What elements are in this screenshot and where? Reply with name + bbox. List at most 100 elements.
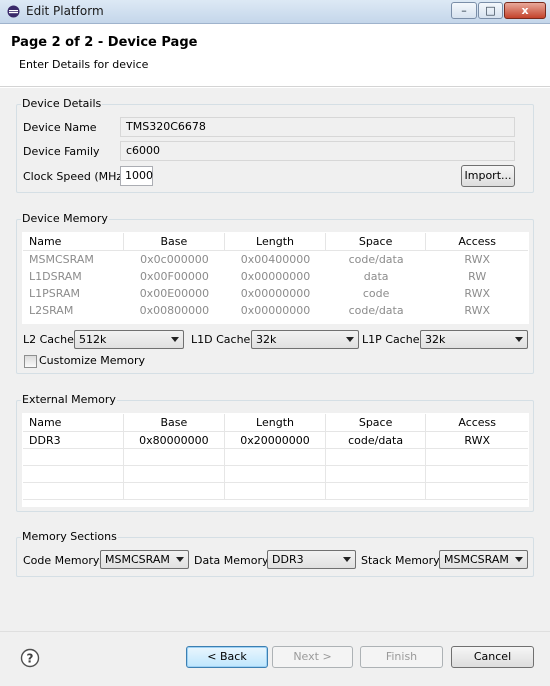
table-header: Name Base Length Space Access	[23, 414, 528, 432]
next-button[interactable]: Next >	[272, 646, 353, 668]
table-row[interactable]: L1PSRAM 0x00E00000 0x00000000 code RWX	[23, 285, 528, 302]
l1d-cache-value: 32k	[256, 333, 277, 346]
l1p-cache-label: L1P Cache:	[362, 333, 424, 346]
cell-length: 0x00400000	[240, 253, 311, 266]
stack-memory-value: MSMCSRAM	[444, 553, 509, 566]
cell-space: code/data	[348, 253, 404, 266]
cell-space: code/data	[326, 432, 427, 449]
code-memory-value: MSMCSRAM	[105, 553, 170, 566]
device-memory-table: Name Base Length Space Access MSMCSRAM 0…	[22, 232, 529, 324]
device-memory-title: Device Memory	[21, 212, 109, 225]
table-header: Name Base Length Space Access	[23, 233, 528, 251]
chevron-down-icon	[343, 557, 351, 562]
import-button[interactable]: Import...	[461, 165, 515, 187]
clock-speed-input[interactable]: 1000	[120, 166, 153, 186]
table-row[interactable]: L1DSRAM 0x00F00000 0x00000000 data RW	[23, 268, 528, 285]
page-subtitle: Enter Details for device	[19, 58, 149, 71]
chevron-down-icon	[176, 557, 184, 562]
wizard-body: Device Details Device Name TMS320C6678 D…	[0, 88, 550, 686]
column-header-space[interactable]: Space	[326, 233, 427, 251]
cell-name: L1DSRAM	[29, 270, 82, 283]
chevron-down-icon	[346, 337, 354, 342]
cell-length: 0x20000000	[225, 432, 326, 449]
device-name-field[interactable]: TMS320C6678	[120, 117, 515, 137]
table-row[interactable]: DDR3 0x80000000 0x20000000 code/data RWX	[23, 432, 528, 449]
empty-row[interactable]	[23, 483, 528, 500]
maximize-button[interactable]: □	[478, 2, 503, 19]
column-header-space[interactable]: Space	[326, 414, 427, 432]
data-memory-label: Data Memory:	[194, 554, 272, 567]
clock-speed-label: Clock Speed (MHz)	[23, 170, 127, 183]
stack-memory-label: Stack Memory:	[361, 554, 443, 567]
l2-cache-value: 512k	[79, 333, 107, 346]
l1p-cache-combo[interactable]: 32k	[420, 330, 528, 349]
chevron-down-icon	[515, 337, 523, 342]
cell-access: RWX	[464, 434, 490, 447]
column-header-access[interactable]: Access	[426, 414, 528, 432]
cell-access: RWX	[464, 253, 490, 266]
minimize-button[interactable]: –	[451, 2, 477, 19]
device-name-label: Device Name	[23, 121, 97, 134]
external-memory-title: External Memory	[21, 393, 117, 406]
table-row[interactable]: MSMCSRAM 0x0c000000 0x00400000 code/data…	[23, 251, 528, 268]
cell-space: code	[362, 287, 390, 300]
device-details-title: Device Details	[21, 97, 103, 110]
footer-separator	[0, 631, 550, 632]
cell-base: 0x00E00000	[139, 287, 210, 300]
cell-access: RWX	[464, 304, 490, 317]
empty-row[interactable]	[23, 466, 528, 483]
external-memory-group: External Memory Name Base Length Space A…	[16, 393, 534, 512]
question-icon[interactable]: ?	[20, 648, 40, 668]
cell-access: RWX	[464, 287, 490, 300]
customize-memory-checkbox[interactable]	[24, 355, 37, 368]
cell-name: MSMCSRAM	[29, 253, 94, 266]
cancel-button[interactable]: Cancel	[451, 646, 534, 668]
column-header-name[interactable]: Name	[23, 414, 124, 432]
chevron-down-icon	[515, 557, 523, 562]
device-memory-group: Device Memory Name Base Length Space Acc…	[16, 212, 534, 374]
cell-base: 0x0c000000	[140, 253, 209, 266]
device-family-field[interactable]: c6000	[120, 141, 515, 161]
cell-space: code/data	[348, 304, 404, 317]
customize-memory-label[interactable]: Customize Memory	[39, 354, 145, 367]
stack-memory-combo[interactable]: MSMCSRAM	[439, 550, 528, 569]
cell-name: L1PSRAM	[29, 287, 80, 300]
l2-cache-label: L2 Cache:	[23, 333, 78, 346]
column-header-length[interactable]: Length	[225, 233, 326, 251]
l1p-cache-value: 32k	[425, 333, 446, 346]
l2-cache-combo[interactable]: 512k	[74, 330, 184, 349]
column-header-name[interactable]: Name	[23, 233, 124, 251]
column-header-base[interactable]: Base	[124, 414, 226, 432]
cell-space: data	[363, 270, 389, 283]
empty-row[interactable]	[23, 449, 528, 466]
column-header-base[interactable]: Base	[124, 233, 226, 251]
cell-name: DDR3	[23, 432, 124, 449]
chevron-down-icon	[171, 337, 179, 342]
cell-base: 0x00F00000	[140, 270, 209, 283]
code-memory-label: Code Memory:	[23, 554, 103, 567]
close-button[interactable]: x	[504, 2, 546, 19]
device-family-label: Device Family	[23, 145, 100, 158]
cell-length: 0x00000000	[240, 287, 311, 300]
l1d-cache-combo[interactable]: 32k	[251, 330, 359, 349]
title-bar: Edit Platform – □ x	[0, 0, 550, 24]
window-title: Edit Platform	[26, 4, 104, 18]
data-memory-value: DDR3	[272, 553, 304, 566]
column-header-access[interactable]: Access	[426, 233, 528, 251]
cell-base: 0x00800000	[139, 304, 210, 317]
cell-access: RW	[468, 270, 487, 283]
column-header-length[interactable]: Length	[225, 414, 326, 432]
svg-text:?: ?	[27, 652, 34, 666]
code-memory-combo[interactable]: MSMCSRAM	[100, 550, 189, 569]
memory-sections-title: Memory Sections	[21, 530, 118, 543]
table-row[interactable]: L2SRAM 0x00800000 0x00000000 code/data R…	[23, 302, 528, 319]
finish-button[interactable]: Finish	[360, 646, 443, 668]
wizard-header: Page 2 of 2 - Device Page Enter Details …	[0, 25, 550, 87]
cell-base: 0x80000000	[124, 432, 226, 449]
l1d-cache-label: L1D Cache:	[191, 333, 255, 346]
memory-sections-group: Memory Sections Code Memory: MSMCSRAM Da…	[16, 530, 534, 577]
cell-length: 0x00000000	[240, 270, 311, 283]
data-memory-combo[interactable]: DDR3	[267, 550, 356, 569]
back-button[interactable]: < Back	[186, 646, 268, 668]
device-details-group: Device Details Device Name TMS320C6678 D…	[16, 97, 534, 193]
